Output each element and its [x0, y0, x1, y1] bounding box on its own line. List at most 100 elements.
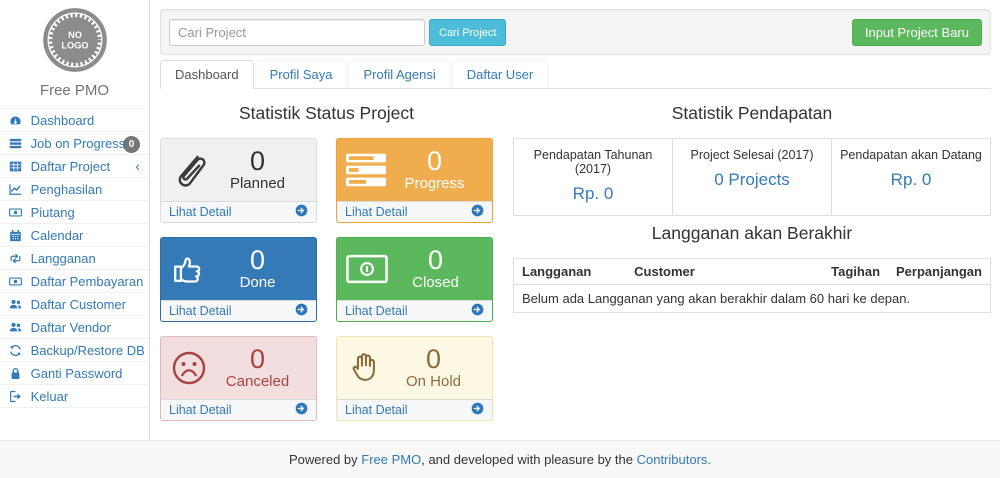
sidebar-item-label: Dashboard	[31, 113, 95, 128]
stat-value-link[interactable]: 0 Projects	[677, 170, 827, 190]
stat-label: Pendapatan akan Datang	[836, 148, 986, 162]
page-footer: Powered by Free PMO, and developed with …	[0, 440, 1000, 478]
footer-middle-text: , and developed with pleasure by the	[421, 452, 636, 467]
sidebar-item-calendar[interactable]: Calendar	[0, 224, 149, 247]
done-lihat-detail-link[interactable]: Lihat Detail	[161, 300, 316, 321]
stat-project-selesai: Project Selesai (2017) 0 Projects	[672, 138, 832, 216]
progress-label: Progress	[386, 175, 483, 193]
sidebar-item-daftar-customer[interactable]: Daftar Customer	[0, 293, 149, 316]
lock-icon	[9, 367, 23, 380]
arrow-circle-right-icon	[295, 204, 308, 220]
sidebar-item-label: Backup/Restore DB	[31, 343, 145, 358]
sidebar-item-job-on-progress[interactable]: 0 Job on Progress	[0, 132, 149, 155]
sidebar-item-label: Penghasilan	[31, 182, 103, 197]
sidebar-item-label: Job on Progress	[31, 136, 126, 151]
footer-free-pmo-link[interactable]: Free PMO	[361, 452, 421, 467]
tab-daftar-user[interactable]: Daftar User	[452, 60, 548, 88]
stat-pendapatan-akan-datang: Pendapatan akan Datang Rp. 0	[831, 138, 991, 216]
canceled-lihat-detail-link[interactable]: Lihat Detail	[161, 399, 316, 420]
income-section-title: Statistik Pendapatan	[513, 103, 991, 124]
status-card-canceled: 0 Canceled Lihat Detail	[160, 336, 317, 421]
stat-label: Project Selesai (2017)	[677, 148, 827, 162]
stat-pendapatan-tahunan: Pendapatan Tahunan (2017) Rp. 0	[513, 138, 673, 216]
subscription-empty-row: Belum ada Langganan yang akan berakhir d…	[514, 285, 991, 313]
arrow-circle-right-icon	[471, 402, 484, 418]
progress-lihat-detail-link[interactable]: Lihat Detail	[337, 201, 492, 222]
subscription-section-title: Langganan akan Berakhir	[513, 223, 991, 244]
sidebar-item-label: Ganti Password	[31, 366, 123, 381]
sidebar-item-daftar-pembayaran[interactable]: Daftar Pembayaran	[0, 270, 149, 293]
arrow-circle-right-icon	[471, 303, 484, 319]
sidebar-item-daftar-vendor[interactable]: Daftar Vendor	[0, 316, 149, 339]
sidebar-item-penghasilan[interactable]: Penghasilan	[0, 178, 149, 201]
angle-left-icon: ‹	[135, 159, 140, 174]
sidebar-item-dashboard[interactable]: Dashboard	[0, 109, 149, 132]
status-card-done: 0 Done Lihat Detail	[160, 237, 317, 322]
done-label: Done	[208, 274, 307, 292]
arrow-circle-right-icon	[295, 303, 308, 319]
sidebar-item-ganti-password[interactable]: Ganti Password	[0, 362, 149, 385]
footer-contributors-link[interactable]: Contributors.	[637, 452, 711, 467]
on-hold-lihat-detail-link[interactable]: Lihat Detail	[337, 399, 492, 420]
closed-count: 0	[388, 246, 483, 274]
status-card-planned: 0 Planned Lihat Detail	[160, 138, 317, 223]
status-section: Statistik Status Project 0 Planned Lihat…	[160, 96, 493, 421]
sidebar-item-label: Calendar	[31, 228, 84, 243]
canceled-label: Canceled	[208, 373, 307, 391]
status-section-title: Statistik Status Project	[160, 103, 493, 124]
sidebar-item-keluar[interactable]: Keluar	[0, 385, 149, 408]
status-card-progress: 0 Progress Lihat Detail	[336, 138, 493, 223]
planned-label: Planned	[208, 175, 307, 193]
planned-count: 0	[208, 147, 307, 175]
subscription-table-header: Langganan Customer Tagihan Perpanjangan	[514, 259, 991, 285]
subscription-table: Langganan Customer Tagihan Perpanjangan …	[513, 258, 991, 313]
canceled-count: 0	[208, 345, 307, 373]
status-cards-grid: 0 Planned Lihat Detail 0 Progress	[160, 138, 493, 421]
stat-value-link[interactable]: Rp. 0	[836, 170, 986, 190]
paperclip-icon	[170, 150, 208, 190]
no-logo-badge: NO LOGO	[0, 0, 149, 77]
tab-profil-agensi[interactable]: Profil Agensi	[348, 60, 450, 88]
users-icon	[9, 298, 23, 311]
column-header-langganan: Langganan	[514, 259, 627, 285]
sidebar-item-label: Langganan	[31, 251, 96, 266]
sidebar-item-daftar-project[interactable]: ‹ Daftar Project	[0, 155, 149, 178]
table-icon	[9, 160, 23, 173]
closed-lihat-detail-link[interactable]: Lihat Detail	[337, 300, 492, 321]
tab-profil-saya[interactable]: Profil Saya	[255, 60, 348, 88]
thumbs-up-icon	[170, 250, 208, 288]
on-hold-label: On Hold	[384, 373, 483, 391]
no-logo-seal-icon: NO LOGO	[41, 6, 109, 74]
sidebar-item-label: Keluar	[31, 389, 69, 404]
brand-name: Free PMO	[0, 82, 149, 99]
money-icon	[9, 206, 23, 219]
stat-value-link[interactable]: Rp. 0	[518, 184, 668, 204]
subscription-empty-message: Belum ada Langganan yang akan berakhir d…	[514, 285, 991, 313]
stat-label: Pendapatan Tahunan (2017)	[518, 148, 668, 176]
refresh-icon	[9, 344, 23, 357]
new-project-button[interactable]: Input Project Baru	[852, 19, 982, 46]
sign-out-icon	[9, 390, 23, 403]
sidebar-item-piutang[interactable]: Piutang	[0, 201, 149, 224]
sidebar-item-label: Piutang	[31, 205, 75, 220]
footer-powered-text: Powered by	[289, 452, 361, 467]
planned-lihat-detail-link[interactable]: Lihat Detail	[161, 201, 316, 222]
closed-label: Closed	[388, 274, 483, 292]
logo-text-line1: NO	[68, 30, 82, 40]
sidebar-menu: Dashboard 0 Job on Progress ‹ Daftar Pro…	[0, 108, 149, 408]
column-header-perpanjangan: Perpanjangan	[888, 259, 990, 285]
free-pmo-dashboard-page: NO LOGO Free PMO Dashboard 0 Job on Prog…	[0, 0, 1000, 478]
line-chart-icon	[9, 183, 23, 196]
sidebar: NO LOGO Free PMO Dashboard 0 Job on Prog…	[0, 0, 150, 440]
hand-paper-icon	[346, 349, 384, 387]
sidebar-item-label: Daftar Project	[31, 159, 110, 174]
arrow-circle-right-icon	[295, 402, 308, 418]
search-input[interactable]	[169, 19, 425, 46]
income-stats: Pendapatan Tahunan (2017) Rp. 0 Project …	[513, 138, 991, 216]
tab-dashboard[interactable]: Dashboard	[160, 60, 254, 89]
search-button[interactable]: Cari Project	[429, 19, 506, 46]
tab-bar: DashboardProfil SayaProfil AgensiDaftar …	[160, 60, 991, 89]
sidebar-item-langganan[interactable]: Langganan	[0, 247, 149, 270]
sidebar-item-backup-restore-db[interactable]: Backup/Restore DB	[0, 339, 149, 362]
job-count-badge: 0	[123, 136, 140, 153]
